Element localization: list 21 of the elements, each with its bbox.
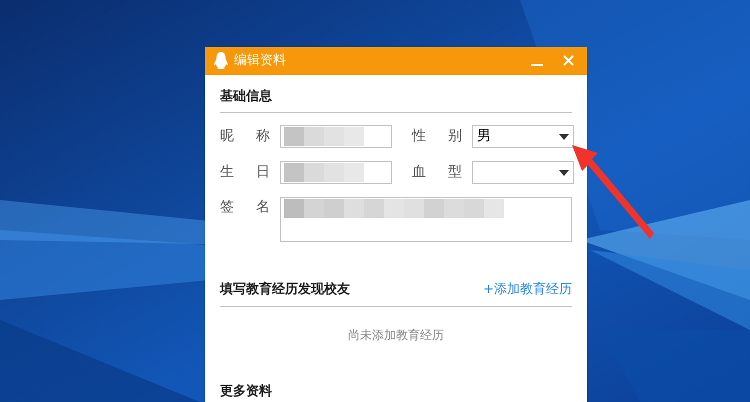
dropdown-arrow-icon <box>559 170 569 176</box>
signature-field[interactable] <box>280 197 572 242</box>
dropdown-field[interactable] <box>472 161 574 184</box>
penguin-icon <box>214 52 228 70</box>
field-label: 性别 <box>412 127 462 146</box>
dropdown-field[interactable]: 男 <box>472 125 574 148</box>
add-education-link[interactable]: +添加教育经历 <box>483 280 572 300</box>
dropdown-value: 男 <box>477 127 491 146</box>
section-heading: 基础信息 <box>220 88 273 106</box>
window-title: 编辑资料 <box>234 52 287 70</box>
field-label: 签名 <box>220 198 270 217</box>
text-field[interactable] <box>280 161 392 184</box>
text-field[interactable] <box>280 125 392 148</box>
field-label: 生日 <box>220 163 270 182</box>
section-heading: 更多资料 <box>220 382 273 400</box>
field-label: 血型 <box>412 163 462 182</box>
dropdown-arrow-icon <box>559 134 569 140</box>
empty-message: 尚未添加教育经历 <box>348 326 444 344</box>
close-icon[interactable] <box>563 55 574 66</box>
section-heading: 填写教育经历发现校友 <box>220 280 350 299</box>
field-label: 昵称 <box>220 127 270 146</box>
